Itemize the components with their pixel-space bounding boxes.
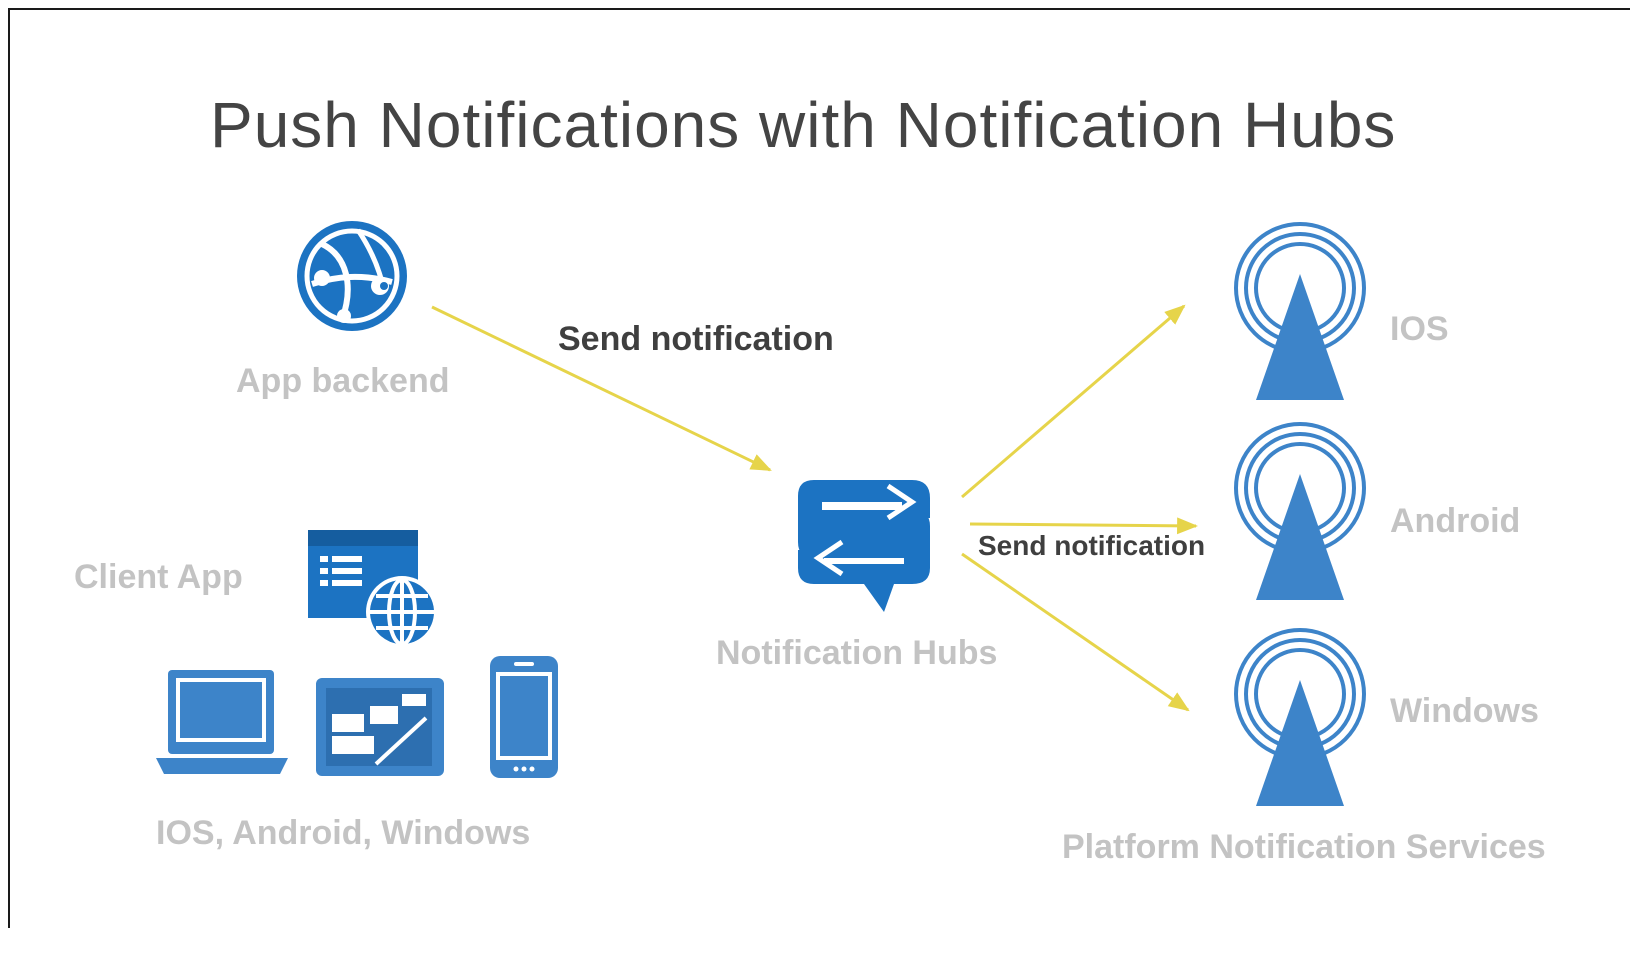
client-app-label: Client App [74, 558, 243, 596]
send-notification-label-1: Send notification [558, 320, 834, 358]
arrow-hub-to-android [969, 517, 1199, 535]
app-backend-label: App backend [236, 362, 450, 400]
phone-icon [490, 656, 558, 778]
windows-label: Windows [1390, 692, 1539, 730]
broadcast-tower-icon [1234, 628, 1366, 806]
slide: Push Notifications with Notification Hub… [8, 8, 1630, 928]
arrows [431, 304, 1199, 712]
arrow-hub-to-ios [961, 304, 1186, 499]
platform-services-label: Platform Notification Services [1062, 828, 1546, 866]
broadcast-tower-icon [1234, 222, 1366, 400]
ios-label: IOS [1390, 310, 1449, 348]
arrow-hub-to-windows [961, 552, 1190, 712]
globe-network-icon [297, 221, 407, 331]
laptop-icon [156, 670, 288, 774]
broadcast-tower-icon [1234, 422, 1366, 600]
send-notification-label-2: Send notification [978, 530, 1206, 561]
tablet-icon [316, 678, 444, 776]
notification-hub-icon [798, 480, 930, 612]
android-label: Android [1390, 502, 1521, 540]
client-platforms-label: IOS, Android, Windows [156, 814, 531, 852]
notification-hubs-label: Notification Hubs [716, 634, 998, 672]
bottom-strip [0, 928, 1633, 967]
client-app-icon [308, 530, 438, 648]
